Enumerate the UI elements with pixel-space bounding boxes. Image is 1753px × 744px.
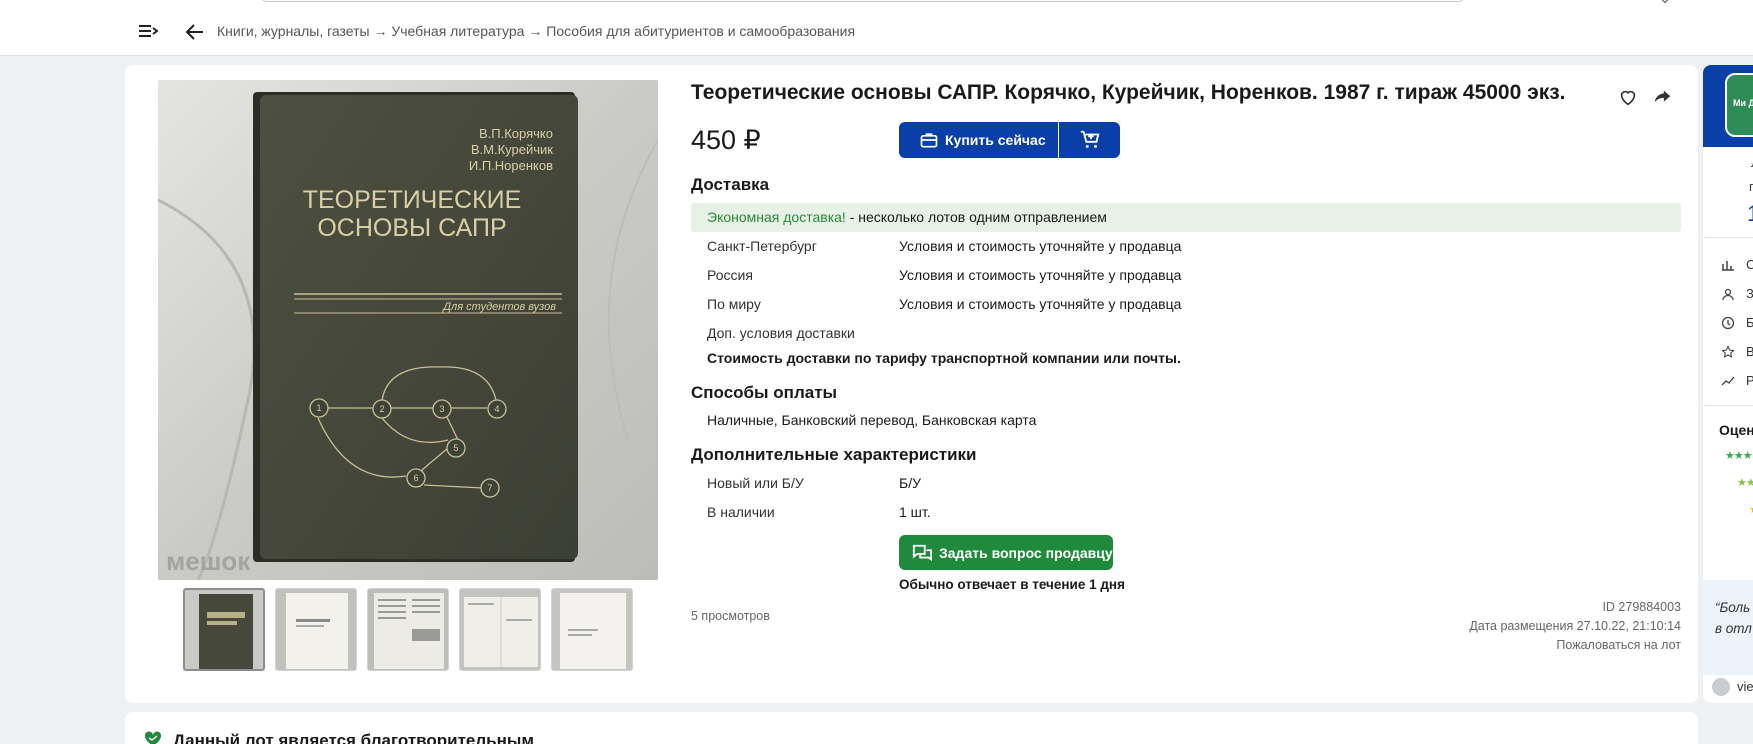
delivery-region: Россия xyxy=(707,267,753,283)
lot-id: ID 279884003 xyxy=(1602,600,1681,614)
lot-title: Теоретические основы САПР. Корячко, Куре… xyxy=(691,81,1566,104)
delivery-terms: Условия и стоимость уточняйте у продавца xyxy=(899,267,1182,283)
characteristic-label: В наличии xyxy=(707,504,775,520)
delivery-region: Санкт-Петербург xyxy=(707,238,817,254)
delivery-terms: Условия и стоимость уточняйте у продавца xyxy=(899,296,1182,312)
thumbnail[interactable] xyxy=(367,588,449,671)
seller-info-item[interactable]: З xyxy=(1746,286,1753,301)
characteristic-label: Новый или Б/У xyxy=(707,475,804,491)
seller-info-item[interactable]: Б xyxy=(1746,315,1753,330)
seller-info-item[interactable]: С xyxy=(1746,257,1753,272)
rating-stars: ★ xyxy=(1749,503,1753,516)
thumbnail[interactable] xyxy=(459,588,541,671)
posted-date: Дата размещения 27.10.22, 21:10:14 xyxy=(1469,619,1681,633)
characteristic-value: 1 шт. xyxy=(899,504,931,520)
menu-icon[interactable] xyxy=(136,20,160,44)
cover-title: ТЕОРЕТИЧЕСКИЕ xyxy=(303,186,522,214)
briefcase-icon xyxy=(920,133,938,148)
graph-node: 6 xyxy=(413,473,418,483)
user-icon xyxy=(1722,288,1734,301)
payment-methods: Наличные, Банковский перевод, Банковская… xyxy=(707,412,1037,428)
cover-author: В.П.Корячко xyxy=(479,126,553,141)
breadcrumb-item[interactable]: Пособия для абитуриентов и самообразован… xyxy=(546,23,855,39)
breadcrumb-item[interactable]: Учебная литература xyxy=(391,23,524,39)
add-to-cart-button[interactable] xyxy=(1059,122,1120,158)
buy-now-button[interactable]: Купить сейчас xyxy=(899,122,1058,158)
avatar[interactable] xyxy=(1712,678,1730,696)
report-link[interactable]: Пожаловаться на лот xyxy=(1556,638,1681,652)
seller-text: п xyxy=(1749,179,1753,194)
seller-rating[interactable]: 1 xyxy=(1747,201,1753,227)
rating-stars: ★★ xyxy=(1737,477,1753,489)
econ-delivery-banner: Экономная доставка! - несколько лотов од… xyxy=(691,203,1681,232)
buy-button-group: Купить сейчас xyxy=(899,122,1120,158)
payment-heading: Способы оплаты xyxy=(691,383,838,402)
reviewer-name[interactable]: vie xyxy=(1737,679,1753,694)
handshake-heart-icon xyxy=(144,731,162,744)
graph-node: 4 xyxy=(494,404,499,414)
quote-text: в отл xyxy=(1715,621,1752,636)
main-photo[interactable]: В.П.Корячко В.М.Курейчик И.П.Норенков ТЕ… xyxy=(158,80,658,580)
cover-subtitle: Для студентов вузов xyxy=(441,301,556,313)
price: 450 ₽ xyxy=(691,125,761,155)
views-count: 5 просмотров xyxy=(691,609,770,623)
econ-delivery-highlight[interactable]: Экономная доставка! xyxy=(707,209,846,225)
rating-stars: ★★★ xyxy=(1725,450,1753,462)
cover-title: ОСНОВЫ САПР xyxy=(317,214,506,242)
graph-node: 5 xyxy=(453,443,458,453)
breadcrumb-separator: → xyxy=(524,23,547,39)
heart-icon[interactable] xyxy=(1617,86,1639,108)
chevron-down-icon[interactable] xyxy=(1660,0,1670,4)
delivery-heading: Доставка xyxy=(691,175,770,194)
trend-icon xyxy=(1721,376,1735,386)
breadcrumb: Книги, журналы, газеты → Учебная литерат… xyxy=(217,23,855,39)
top-bar: Книги, журналы, газеты → Учебная литерат… xyxy=(0,0,1753,56)
thumbnail[interactable] xyxy=(275,588,357,671)
econ-delivery-text: - несколько лотов одним отправлением xyxy=(845,209,1107,225)
reply-time-note: Обычно отвечает в течение 1 дня xyxy=(899,577,1125,592)
thumbnail[interactable] xyxy=(183,588,265,671)
graph-node: 3 xyxy=(439,404,444,414)
breadcrumb-separator: → xyxy=(369,23,392,39)
seller-info-item[interactable]: Р xyxy=(1746,373,1753,388)
cart-plus-icon xyxy=(1080,130,1099,148)
extra-delivery-label: Доп. условия доставки xyxy=(707,325,855,341)
back-arrow-icon[interactable] xyxy=(183,20,207,44)
graph-node: 1 xyxy=(316,403,321,413)
seller-info-item[interactable]: В xyxy=(1746,344,1753,359)
watermark-text: мешок xyxy=(166,546,251,576)
ask-seller-button[interactable]: Задать вопрос продавцу xyxy=(899,535,1113,570)
extra-delivery-note: Стоимость доставки по тарифу транспортно… xyxy=(707,350,1181,366)
delivery-region: По миру xyxy=(707,296,761,312)
ratings-heading: Оцен xyxy=(1719,422,1753,438)
quote-text: “Боль xyxy=(1715,600,1751,615)
review-quote: “Боль в отл xyxy=(1703,580,1753,675)
clock-icon xyxy=(1721,316,1735,330)
charity-text: Данный лот является благотворительным xyxy=(173,731,534,744)
buy-now-label: Купить сейчас xyxy=(945,132,1046,148)
breadcrumb-item[interactable]: Книги, журналы, газеты xyxy=(217,23,370,39)
share-icon[interactable] xyxy=(1651,86,1673,108)
ask-seller-label: Задать вопрос продавцу xyxy=(939,544,1113,561)
seller-logo[interactable]: Ми Дом xyxy=(1725,73,1753,137)
graph-node: 7 xyxy=(487,483,492,493)
cover-author: В.М.Курейчик xyxy=(471,142,553,157)
delivery-terms: Условия и стоимость уточняйте у продавца xyxy=(899,238,1182,254)
thumbnail[interactable] xyxy=(551,588,633,671)
chat-icon xyxy=(912,544,932,561)
star-outline-icon xyxy=(1721,345,1735,358)
chart-bar-icon xyxy=(1722,261,1734,271)
characteristics-heading: Дополнительные характеристики xyxy=(691,445,977,464)
graph-node: 2 xyxy=(379,404,384,414)
characteristic-value: Б/У xyxy=(899,475,921,491)
search-input[interactable] xyxy=(260,0,1465,2)
cover-author: И.П.Норенков xyxy=(469,158,553,173)
